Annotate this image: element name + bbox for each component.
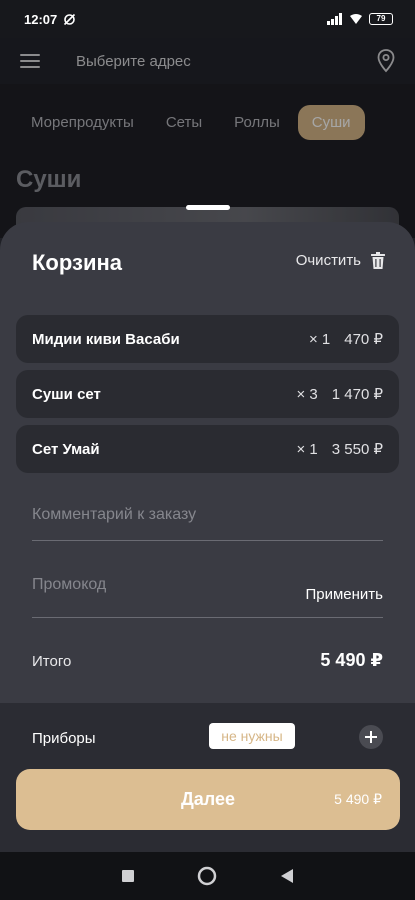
sync-off-icon [64, 13, 76, 25]
status-left: 12:07 [24, 12, 76, 27]
apply-promo-button[interactable]: Применить [305, 586, 383, 603]
home-icon[interactable] [197, 866, 217, 886]
clear-cart-button[interactable]: Очистить [296, 252, 385, 269]
system-nav-bar [0, 852, 415, 900]
signal-icon [327, 13, 342, 25]
trash-icon [371, 252, 385, 269]
cart-item[interactable]: Суши сет × 3 1 470 ₽ [16, 370, 399, 418]
cart-item-price: 470 ₽ [344, 331, 383, 348]
status-time: 12:07 [24, 11, 58, 27]
total-value: 5 490 ₽ [320, 650, 383, 670]
cart-item-name: Сет Умай [32, 440, 100, 458]
comment-input[interactable] [32, 506, 383, 524]
recents-icon[interactable] [121, 869, 135, 883]
back-icon[interactable] [280, 868, 294, 884]
status-right: 79 [327, 13, 393, 25]
cart-item-name: Суши сет [32, 385, 101, 403]
battery-icon: 79 [369, 13, 393, 25]
clear-cart-label: Очистить [295, 252, 361, 269]
cart-item-qty: × 1 [296, 440, 318, 458]
cutlery-value: не нужны [209, 723, 295, 749]
cart-item-name: Мидии киви Васаби [32, 330, 180, 348]
plus-icon [365, 731, 377, 743]
cart-item-price: 3 550 ₽ [331, 441, 383, 458]
promo-input[interactable] [32, 576, 282, 594]
cart-item[interactable]: Сет Умай × 1 3 550 ₽ [16, 425, 399, 473]
comment-field-wrapper [32, 506, 383, 541]
add-cutlery-button[interactable] [359, 725, 383, 749]
cart-sheet: Корзина Очистить Мидии киви Васаби × 1 4… [0, 222, 415, 852]
sheet-drag-handle[interactable] [186, 205, 230, 210]
cart-title: Корзина [32, 250, 122, 275]
status-bar: 12:07 79 [0, 0, 415, 38]
next-button-label: Далее [180, 789, 236, 809]
next-button-price: 5 490 ₽ [334, 791, 382, 807]
wifi-icon [350, 14, 362, 24]
cart-item-price: 1 470 ₽ [331, 386, 383, 403]
cart-item-qty: × 3 [296, 385, 318, 403]
cart-item-qty: × 1 [308, 330, 331, 348]
cart-item[interactable]: Мидии киви Васаби × 1 470 ₽ [16, 315, 399, 363]
cutlery-label: Приборы [32, 730, 96, 747]
next-button[interactable]: Далее 5 490 ₽ [16, 769, 400, 830]
total-label: Итого [32, 653, 72, 670]
